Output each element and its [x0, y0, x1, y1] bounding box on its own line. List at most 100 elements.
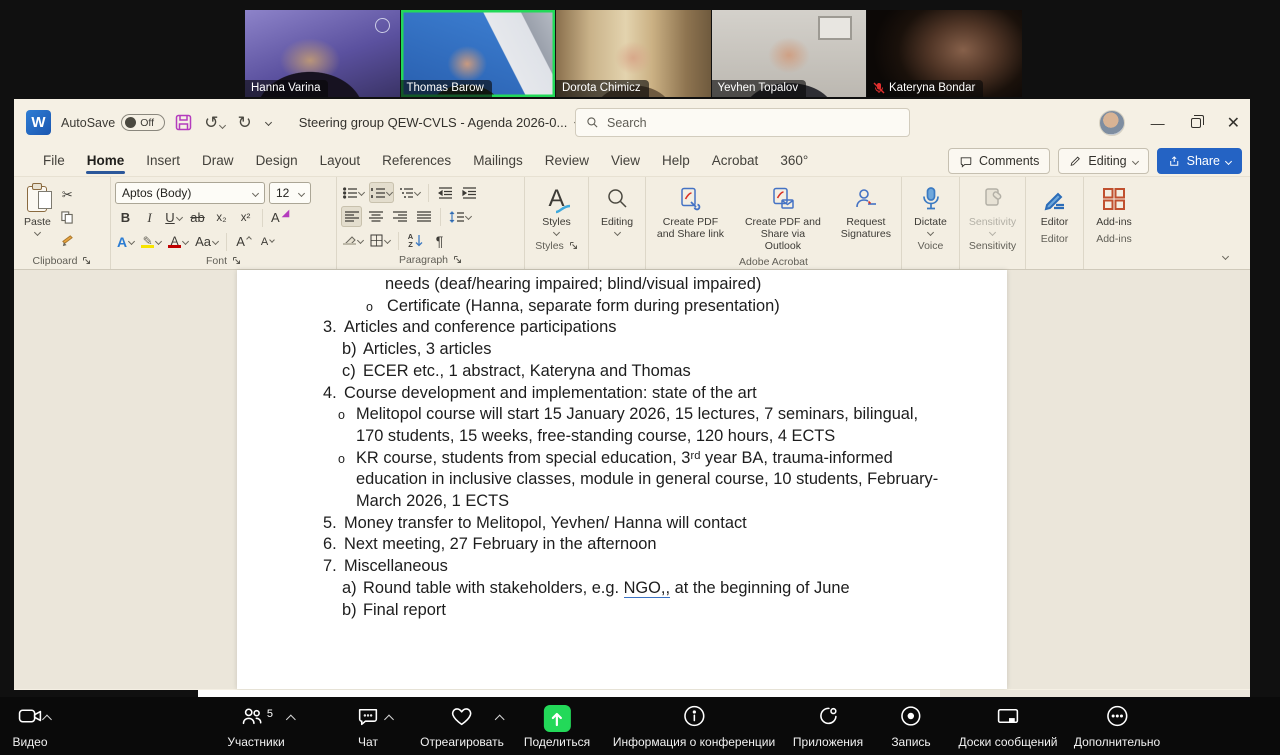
- increase-indent-button[interactable]: [459, 182, 480, 203]
- bold-button[interactable]: B: [115, 207, 136, 228]
- close-button[interactable]: ✕: [1227, 113, 1240, 133]
- toolbar-share-button[interactable]: Поделиться: [524, 705, 590, 749]
- change-case-button[interactable]: Aa: [193, 231, 220, 252]
- styles-dialog-launcher-icon[interactable]: [569, 241, 578, 250]
- tab-review[interactable]: Review: [534, 147, 600, 176]
- create-pdf-share-outlook-button[interactable]: Create PDF and Share via Outlook: [737, 182, 829, 254]
- chevron-up-icon[interactable]: [42, 715, 52, 725]
- sensitivity-button[interactable]: Sensitivity: [964, 182, 1021, 237]
- toolbar-react-button[interactable]: Отреагировать: [420, 705, 504, 749]
- justify-button[interactable]: [413, 206, 434, 227]
- highlight-color-button[interactable]: ✎: [139, 231, 163, 252]
- font-color-button[interactable]: A: [166, 231, 190, 252]
- numbering-button[interactable]: [369, 182, 394, 203]
- show-paragraph-marks-button[interactable]: ¶: [429, 230, 450, 251]
- strikethrough-button[interactable]: ab: [187, 207, 208, 228]
- toolbar-more-button[interactable]: Дополнительно: [1074, 705, 1160, 749]
- editor-icon: [1042, 186, 1068, 212]
- toolbar-info-button[interactable]: Информация о конференции: [613, 705, 775, 749]
- save-icon[interactable]: [175, 114, 192, 131]
- toolbar-participants-button[interactable]: 5Участники: [227, 705, 284, 749]
- sort-button[interactable]: AZ: [405, 230, 426, 251]
- video-tile-hanna-varina[interactable]: Hanna Varina: [245, 10, 400, 97]
- bullets-button[interactable]: [341, 182, 366, 203]
- underline-button[interactable]: U: [163, 207, 184, 228]
- doc-line: 4.Course development and implementation:…: [237, 383, 1007, 405]
- comments-button[interactable]: Comments: [948, 148, 1050, 174]
- text-effects-button[interactable]: A: [115, 231, 136, 252]
- minimize-button[interactable]: —: [1151, 115, 1165, 131]
- restore-button[interactable]: [1191, 118, 1201, 128]
- toolbar-chat-button[interactable]: Чат: [356, 705, 381, 749]
- align-right-button[interactable]: [389, 206, 410, 227]
- collapse-ribbon-icon[interactable]: [1222, 253, 1229, 260]
- video-tile-kateryna-bondar[interactable]: Kateryna Bondar: [867, 10, 1022, 97]
- font-name-select[interactable]: Aptos (Body): [115, 182, 265, 204]
- chevron-up-icon[interactable]: [285, 715, 295, 725]
- video-tile-dorota-chimicz[interactable]: Dorota Chimicz: [556, 10, 711, 97]
- font-dialog-launcher-icon[interactable]: [232, 256, 241, 265]
- document-title[interactable]: Steering group QEW-CVLS - Agenda 2026-0.…: [299, 115, 581, 130]
- tab-references[interactable]: References: [371, 147, 462, 176]
- borders-button[interactable]: [368, 230, 392, 251]
- search-input[interactable]: Search: [575, 108, 910, 137]
- superscript-button[interactable]: x²: [235, 207, 256, 228]
- clipboard-dialog-launcher-icon[interactable]: [82, 256, 91, 265]
- tab-home[interactable]: Home: [76, 147, 136, 176]
- tab-layout[interactable]: Layout: [309, 147, 372, 176]
- tab-view[interactable]: View: [600, 147, 651, 176]
- paste-button[interactable]: Paste: [18, 182, 57, 252]
- chevron-up-icon[interactable]: [384, 715, 394, 725]
- request-signatures-button[interactable]: Request Signatures: [835, 182, 897, 254]
- multilevel-list-button[interactable]: [397, 182, 422, 203]
- share-button[interactable]: Share: [1157, 148, 1242, 174]
- editor-button[interactable]: Editor: [1030, 182, 1079, 230]
- toolbar-boards-button[interactable]: Доски сообщений: [958, 705, 1057, 749]
- format-painter-button[interactable]: [57, 230, 78, 251]
- word-logo-icon[interactable]: W: [26, 110, 51, 135]
- shading-button[interactable]: [341, 230, 365, 251]
- styles-button[interactable]: A Styles: [529, 182, 584, 237]
- align-center-button[interactable]: [365, 206, 386, 227]
- document-page[interactable]: needs (deaf/hearing impaired; blind/visu…: [237, 270, 1007, 689]
- tab-insert[interactable]: Insert: [135, 147, 191, 176]
- ribbon-spacer: [1144, 177, 1250, 269]
- toolbar-apps-button[interactable]: Приложения: [793, 705, 863, 749]
- font-size-select[interactable]: 12: [269, 182, 311, 204]
- tab-360-[interactable]: 360°: [769, 147, 819, 176]
- customize-qat-icon[interactable]: [265, 119, 272, 126]
- toolbar-record-button[interactable]: Запись: [891, 705, 930, 749]
- video-tile-yevhen-topalov[interactable]: Yevhen Topalov: [712, 10, 867, 97]
- autosave-toggle[interactable]: AutoSave Off: [61, 114, 165, 131]
- tab-help[interactable]: Help: [651, 147, 701, 176]
- cut-button[interactable]: ✂: [57, 184, 78, 205]
- paragraph-dialog-launcher-icon[interactable]: [453, 255, 462, 264]
- tab-acrobat[interactable]: Acrobat: [701, 147, 770, 176]
- editing-menu-button[interactable]: Editing: [593, 182, 641, 237]
- video-tile-thomas-barow[interactable]: Thomas Barow: [401, 10, 556, 97]
- italic-button[interactable]: I: [139, 207, 160, 228]
- dictate-button[interactable]: Dictate: [906, 182, 955, 237]
- line-spacing-button[interactable]: [447, 206, 473, 227]
- chevron-up-icon[interactable]: [495, 715, 505, 725]
- copy-button[interactable]: [57, 207, 78, 228]
- tab-mailings[interactable]: Mailings: [462, 147, 534, 176]
- create-pdf-share-link-button[interactable]: Create PDF and Share link: [650, 182, 731, 254]
- decrease-indent-button[interactable]: [435, 182, 456, 203]
- clear-formatting-button[interactable]: A◢: [269, 207, 291, 228]
- grow-font-button[interactable]: A: [233, 231, 254, 252]
- addins-button[interactable]: Add-ins: [1088, 182, 1140, 230]
- subscript-button[interactable]: x₂: [211, 207, 232, 228]
- shrink-font-button[interactable]: A: [257, 231, 278, 252]
- tab-design[interactable]: Design: [245, 147, 309, 176]
- toolbar-video-button[interactable]: Видео: [12, 705, 47, 749]
- align-left-icon: [345, 211, 359, 223]
- undo-button[interactable]: ↺: [204, 114, 225, 131]
- align-left-button[interactable]: [341, 206, 362, 227]
- account-avatar[interactable]: [1099, 110, 1125, 136]
- tab-draw[interactable]: Draw: [191, 147, 245, 176]
- editing-mode-button[interactable]: Editing: [1058, 148, 1148, 174]
- redo-button[interactable]: ↻: [237, 114, 251, 131]
- toolbar-label: Доски сообщений: [958, 735, 1057, 749]
- tab-file[interactable]: File: [32, 147, 76, 176]
